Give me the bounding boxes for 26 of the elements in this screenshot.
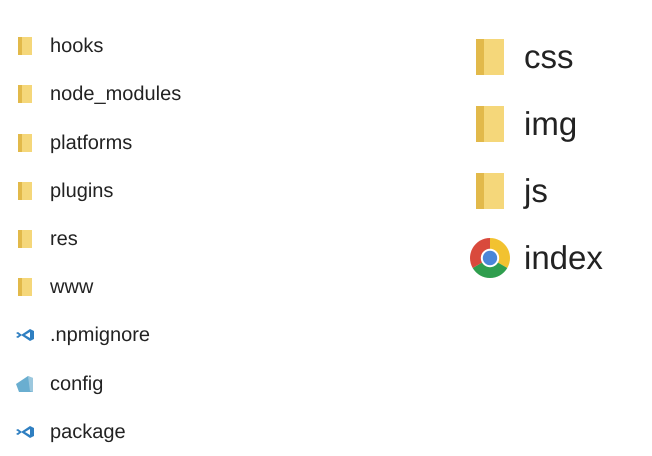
folder-icon xyxy=(18,180,32,201)
file-name: package xyxy=(50,420,126,445)
file-name: img xyxy=(524,104,578,144)
file-name: res xyxy=(50,226,78,252)
file-name: www xyxy=(50,275,94,300)
file-name: plugins xyxy=(50,178,114,204)
folder-icon xyxy=(18,36,32,56)
code-file-icon xyxy=(15,328,35,342)
folder-icon xyxy=(18,132,32,153)
folder-icon xyxy=(476,104,504,144)
browser-icon xyxy=(470,238,510,278)
folder-icon xyxy=(18,277,32,298)
file-name: index xyxy=(524,238,603,278)
file-name: .npmignore xyxy=(50,323,150,348)
file-name: hooks xyxy=(50,34,104,60)
config-file-icon xyxy=(15,374,35,394)
file-name: node_modules xyxy=(50,82,182,108)
folder-icon xyxy=(476,170,504,210)
file-name: platforms xyxy=(50,130,132,156)
folder-icon xyxy=(476,36,504,76)
folder-icon xyxy=(18,84,32,104)
file-name: config xyxy=(50,372,104,397)
code-file-icon xyxy=(15,424,35,439)
file-name: js xyxy=(524,170,548,211)
folder-icon xyxy=(18,228,32,249)
file-name: css xyxy=(524,36,574,77)
